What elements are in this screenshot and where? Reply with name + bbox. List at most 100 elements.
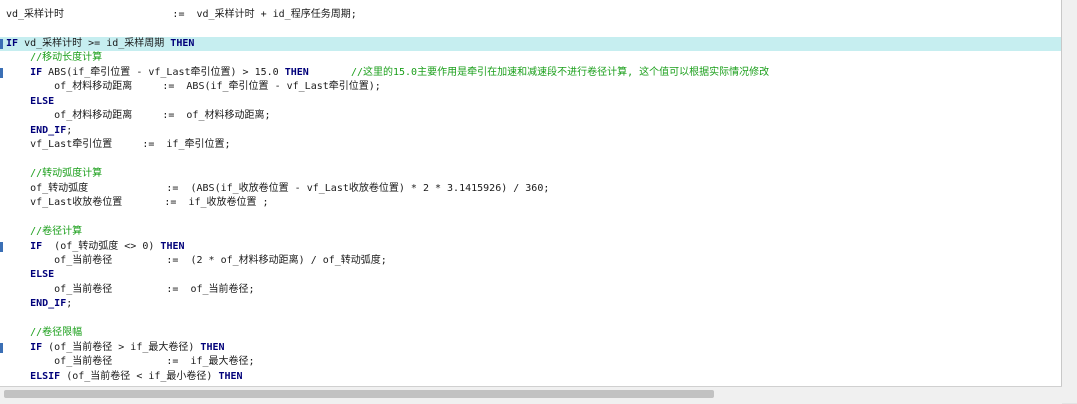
code-line-content: of_材料移动距离 := of_材料移动距离; <box>0 110 271 122</box>
code-line[interactable]: ELSE <box>0 268 54 282</box>
fold-marker[interactable] <box>0 38 3 49</box>
code-line[interactable]: //卷径计算 <box>0 225 82 239</box>
code-line[interactable]: END_IF; <box>0 297 72 311</box>
code-line-content: IF ABS(if_牵引位置 - vf_Last牵引位置) > 15.0 THE… <box>0 67 769 78</box>
code-line-content: END_IF; <box>0 298 72 309</box>
code-line-content: END_IF; <box>0 125 72 136</box>
code-token: vd_采样计时 >= id_采样周期 <box>18 37 171 49</box>
code-line-content: vd_采样计时 := vd_采样计时 + id_程序任务周期; <box>0 9 357 20</box>
comment-token: //移动长度计算 <box>6 52 103 64</box>
code-line[interactable]: IF vd_采样计时 >= id_采样周期 THEN <box>0 36 1061 51</box>
code-line[interactable]: IF ABS(if_牵引位置 - vf_Last牵引位置) > 15.0 THE… <box>0 66 769 80</box>
code-token: of_材料移动距离 := of_材料移动距离; <box>6 110 271 122</box>
keyword-token: IF <box>30 240 43 252</box>
code-token: (of_转动弧度 <> 0) <box>42 240 161 252</box>
code-token: ; <box>66 298 73 310</box>
code-line-content: IF (of_转动弧度 <> 0) THEN <box>0 240 185 252</box>
fold-marker[interactable] <box>0 342 3 353</box>
comment-token: //卷径限幅 <box>6 327 83 339</box>
code-line-content <box>0 154 6 165</box>
code-line-content: //卷径限幅 <box>0 327 82 338</box>
code-token: vf_Last牵引位置 := if_牵引位置; <box>6 139 231 151</box>
code-line[interactable]: ELSE <box>0 95 54 109</box>
code-line-content: IF (of_当前卷径 > if_最大卷径) THEN <box>0 341 225 353</box>
code-line[interactable]: ELSIF (of_当前卷径 < if_最小卷径) THEN <box>0 370 243 384</box>
code-line-content: ELSIF (of_当前卷径 < if_最小卷径) THEN <box>0 370 243 382</box>
code-line[interactable]: //卷径限幅 <box>0 326 82 340</box>
code-line[interactable]: vf_Last牵引位置 := if_牵引位置; <box>0 138 231 152</box>
vertical-scrollbar[interactable] <box>1062 0 1077 403</box>
code-token: vd_采样计时 := vd_采样计时 + id_程序任务周期; <box>6 9 357 20</box>
code-line[interactable] <box>0 153 6 167</box>
code-line[interactable] <box>0 22 6 36</box>
code-line-content: ELSE <box>0 269 54 280</box>
code-token: vf_Last收放卷位置 := if_收放卷位置 ; <box>6 197 269 209</box>
code-editor[interactable]: vd_采样计时 := vd_采样计时 + id_程序任务周期; IF vd_采样计… <box>0 0 1062 386</box>
code-line[interactable]: IF (of_当前卷径 > if_最大卷径) THEN <box>0 341 225 355</box>
code-line[interactable]: vd_采样计时 := vd_采样计时 + id_程序任务周期; <box>0 8 357 22</box>
code-line-content: of_转动弧度 := (ABS(if_收放卷位置 - vf_Last收放卷位置)… <box>0 183 549 194</box>
code-line[interactable] <box>0 312 6 326</box>
fold-marker[interactable] <box>0 67 3 78</box>
code-line[interactable]: //转动弧度计算 <box>0 167 102 181</box>
horizontal-scrollbar-thumb[interactable] <box>4 390 714 398</box>
code-token: of_当前卷径 := (2 * of_材料移动距离) / of_转动弧度; <box>6 254 387 266</box>
comment-token: //转动弧度计算 <box>6 168 103 180</box>
code-line-content: vf_Last收放卷位置 := if_收放卷位置 ; <box>0 197 269 209</box>
code-line[interactable]: END_IF; <box>0 124 72 138</box>
keyword-token: THEN <box>218 370 243 382</box>
keyword-token: ELSIF <box>30 370 61 382</box>
code-line[interactable]: vf_Last收放卷位置 := if_收放卷位置 ; <box>0 196 269 210</box>
keyword-token: THEN <box>160 240 185 252</box>
code-line-content: //转动弧度计算 <box>0 168 102 179</box>
code-line-content: vf_Last牵引位置 := if_牵引位置; <box>0 139 231 151</box>
code-line-content: of_当前卷径 := of_当前卷径; <box>0 284 254 295</box>
keyword-token: ELSE <box>30 269 55 281</box>
code-line[interactable]: of_材料移动距离 := of_材料移动距离; <box>0 109 271 123</box>
code-line-content: //卷径计算 <box>0 226 82 237</box>
keyword-token: THEN <box>200 341 225 353</box>
code-line-content: IF vd_采样计时 >= id_采样周期 THEN <box>0 38 194 49</box>
code-token: of_当前卷径 := if_最大卷径; <box>6 356 255 368</box>
code-line[interactable]: of_转动弧度 := (ABS(if_收放卷位置 - vf_Last收放卷位置)… <box>0 182 549 196</box>
keyword-token: END_IF <box>30 124 67 136</box>
comment-token: //卷径计算 <box>6 226 83 238</box>
code-line-content: of_当前卷径 := if_最大卷径; <box>0 356 255 368</box>
code-line-content <box>0 23 6 34</box>
code-line-content: ELSE <box>0 96 54 107</box>
keyword-token: ELSE <box>30 95 55 107</box>
code-line-content: //移动长度计算 <box>0 52 102 63</box>
comment-token: //这里的15.0主要作用是牵引在加速和减速段不进行卷径计算, 这个值可以根据实… <box>308 66 770 78</box>
code-line[interactable] <box>0 211 6 225</box>
code-line[interactable]: of_当前卷径 := of_当前卷径; <box>0 283 254 297</box>
code-token: ; <box>66 124 73 136</box>
code-line[interactable]: //移动长度计算 <box>0 51 102 65</box>
code-token: of_转动弧度 := (ABS(if_收放卷位置 - vf_Last收放卷位置)… <box>6 182 550 194</box>
code-token: (of_当前卷径 < if_最小卷径) <box>60 370 219 382</box>
keyword-token: IF <box>30 341 43 353</box>
code-line[interactable]: of_材料移动距离 := ABS(if_牵引位置 - vf_Last牵引位置); <box>0 80 381 94</box>
fold-marker[interactable] <box>0 241 3 252</box>
code-line-content: of_材料移动距离 := ABS(if_牵引位置 - vf_Last牵引位置); <box>0 81 381 92</box>
code-line-content <box>0 313 6 324</box>
code-line[interactable]: of_当前卷径 := (2 * of_材料移动距离) / of_转动弧度; <box>0 254 387 268</box>
horizontal-scrollbar[interactable] <box>0 386 1062 404</box>
keyword-token: IF <box>6 37 19 49</box>
code-line[interactable]: IF (of_转动弧度 <> 0) THEN <box>0 240 185 254</box>
code-line[interactable]: of_当前卷径 := if_最大卷径; <box>0 355 255 369</box>
keyword-token: END_IF <box>30 298 67 310</box>
code-token: of_材料移动距离 := ABS(if_牵引位置 - vf_Last牵引位置); <box>6 81 381 93</box>
keyword-token: IF <box>30 66 43 78</box>
keyword-token: THEN <box>284 66 309 78</box>
code-line-content: of_当前卷径 := (2 * of_材料移动距离) / of_转动弧度; <box>0 255 387 266</box>
code-token: ABS(if_牵引位置 - vf_Last牵引位置) > 15.0 <box>42 66 285 78</box>
keyword-token: THEN <box>170 37 195 49</box>
